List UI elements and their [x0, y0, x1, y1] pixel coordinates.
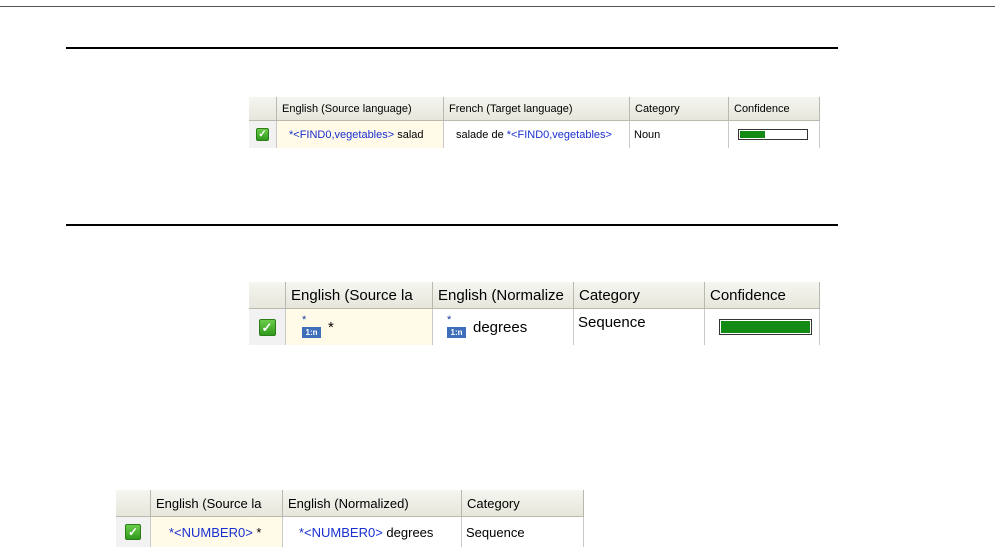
- header-selector[interactable]: [249, 97, 277, 121]
- category-cell[interactable]: Noun: [630, 121, 729, 148]
- column-header-confidence[interactable]: Confidence: [705, 282, 820, 309]
- category-cell[interactable]: Sequence: [574, 309, 705, 345]
- placeholder-tag: *<FIND0,vegetables>: [289, 128, 395, 141]
- check-icon[interactable]: ✓: [256, 128, 269, 141]
- check-icon[interactable]: ✓: [125, 524, 141, 540]
- column-header-normalized[interactable]: English (Normalized): [283, 490, 462, 517]
- header-row: English (Source language) French (Target…: [249, 97, 820, 121]
- source-cell[interactable]: *<NUMBER0> *: [151, 517, 283, 547]
- target-cell[interactable]: salade de *<FIND0,vegetables>: [444, 121, 630, 148]
- section-rule: [66, 47, 838, 49]
- normalized-text: degrees: [473, 318, 528, 336]
- column-header-confidence[interactable]: Confidence: [729, 97, 820, 121]
- row-selector[interactable]: ✓: [249, 121, 277, 148]
- source-cell[interactable]: * 1:n *: [286, 309, 433, 345]
- column-header-target[interactable]: French (Target language): [444, 97, 630, 121]
- normalization-grid: English (Source la English (Normalize Ca…: [249, 282, 820, 347]
- placeholder-tag: *<NUMBER0>: [299, 524, 383, 540]
- normalized-cell[interactable]: * 1:n degrees: [433, 309, 574, 345]
- source-cell[interactable]: *<FIND0,vegetables> salad: [277, 121, 444, 148]
- header-row: English (Source la English (Normalized) …: [116, 490, 584, 517]
- target-text: salade de: [456, 128, 507, 141]
- table-row[interactable]: ✓ *<FIND0,vegetables> salad salade de *<…: [249, 121, 820, 148]
- confidence-cell[interactable]: [729, 121, 820, 148]
- confidence-bar: [738, 129, 808, 140]
- tag-icon: * 1:n: [302, 314, 324, 338]
- header-selector[interactable]: [249, 282, 286, 309]
- normalization-grid: English (Source la English (Normalized) …: [116, 490, 584, 556]
- column-header-normalized[interactable]: English (Normalize: [433, 282, 574, 309]
- check-icon[interactable]: ✓: [258, 318, 276, 336]
- column-header-category[interactable]: Category: [462, 490, 584, 517]
- normalized-cell[interactable]: *<NUMBER0> degrees: [283, 517, 462, 547]
- row-selector[interactable]: ✓: [249, 309, 286, 345]
- source-text: *: [328, 318, 334, 336]
- confidence-bar-fill: [740, 131, 766, 138]
- confidence-bar-fill: [721, 321, 810, 333]
- source-text: *: [252, 524, 262, 540]
- placeholder-tag: *<NUMBER0>: [169, 524, 253, 540]
- table-row[interactable]: ✓ *<NUMBER0> * *<NUMBER0> degrees Sequen…: [116, 517, 584, 547]
- source-text: salad: [394, 128, 424, 141]
- column-header-source[interactable]: English (Source language): [277, 97, 444, 121]
- confidence-cell[interactable]: [705, 309, 820, 345]
- table-row[interactable]: ✓ * 1:n * * 1:n degrees Sequence: [249, 309, 820, 345]
- category-cell[interactable]: Sequence: [462, 517, 584, 547]
- section-rule: [66, 224, 838, 226]
- row-selector[interactable]: ✓: [116, 517, 151, 547]
- header-row: English (Source la English (Normalize Ca…: [249, 282, 820, 309]
- top-divider: [0, 6, 995, 7]
- column-header-source[interactable]: English (Source la: [151, 490, 283, 517]
- column-header-category[interactable]: Category: [630, 97, 729, 121]
- normalized-text: degrees: [382, 524, 434, 540]
- header-selector[interactable]: [116, 490, 151, 517]
- confidence-bar: [719, 319, 812, 335]
- placeholder-tag: *<FIND0,vegetables>: [506, 128, 612, 141]
- translation-grid: English (Source language) French (Target…: [249, 97, 820, 151]
- tag-icon: * 1:n: [447, 314, 469, 338]
- column-header-source[interactable]: English (Source la: [286, 282, 433, 309]
- column-header-category[interactable]: Category: [574, 282, 705, 309]
